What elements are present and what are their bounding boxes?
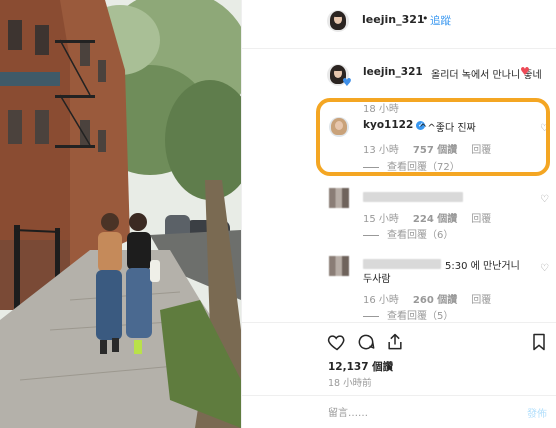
comment-avatar-blurred[interactable]	[329, 188, 349, 208]
comment-meta: 16 小時 260 個讚 回覆	[363, 291, 491, 306]
follow-button[interactable]: 追蹤	[430, 13, 451, 28]
highlight-frame	[316, 98, 550, 176]
post-actions: 12,137 個讚 18 小時前	[242, 322, 556, 402]
author-avatar[interactable]	[327, 10, 349, 32]
comment-likes[interactable]: 224 個讚	[413, 214, 457, 225]
comment-text-blurred	[363, 192, 463, 202]
comment-like-icon[interactable]: ♡	[540, 263, 549, 274]
comment-avatar-blurred[interactable]	[329, 256, 349, 276]
view-replies-button[interactable]: 查看回覆（6）	[363, 226, 453, 241]
comment-text-line2: 두사람	[363, 274, 391, 285]
comment-username-blurred	[363, 259, 441, 269]
post-comment-button[interactable]: 發佈	[527, 405, 547, 420]
comment-icon[interactable]	[356, 332, 376, 352]
author-username[interactable]: leejin_321	[362, 13, 425, 26]
caption-username[interactable]: leejin_321	[363, 66, 423, 78]
post-header: leejin_321 • 追蹤	[242, 0, 556, 49]
comment-time: 15 小時	[363, 214, 399, 225]
share-icon[interactable]	[385, 332, 405, 352]
blue-heart-icon: ♥	[342, 76, 352, 89]
separator-dot: •	[422, 12, 429, 25]
red-heart-icon: ♥	[520, 65, 530, 78]
likes-count[interactable]: 12,137 個讚	[328, 359, 393, 374]
post-panel: leejin_321 • 追蹤 leejin_321 올리더 녹에서 만나니 좋…	[241, 0, 556, 428]
comment-item: ♡ 15 小時 224 個讚 回覆 查看回覆（6）	[242, 188, 556, 246]
heart-icon[interactable]	[327, 332, 347, 352]
comment-likes[interactable]: 260 個讚	[413, 295, 457, 306]
comment-meta: 15 小時 224 個讚 回覆	[363, 210, 491, 225]
comment-input[interactable]	[328, 405, 508, 421]
bookmark-icon[interactable]	[529, 332, 549, 352]
view-replies-button[interactable]: 查看回覆（5）	[363, 307, 453, 322]
comment-text: 5:30 에 만난거니	[445, 261, 520, 272]
comment-item: 5:30 에 만난거니 두사람 ♡ 16 小時 260 個讚 回覆 查看回覆（5）	[242, 255, 556, 322]
caption: leejin_321 올리더 녹에서 만나니 좋네 ♥	[242, 62, 556, 92]
add-comment-bar: 發佈	[242, 395, 556, 428]
post-photo[interactable]	[0, 0, 241, 428]
comment-time: 16 小時	[363, 295, 399, 306]
street-scene-image	[0, 0, 241, 428]
post-time: 18 小時前	[328, 378, 372, 389]
comment-like-icon[interactable]: ♡	[540, 194, 549, 205]
reply-button[interactable]: 回覆	[471, 295, 491, 306]
reply-button[interactable]: 回覆	[471, 214, 491, 225]
